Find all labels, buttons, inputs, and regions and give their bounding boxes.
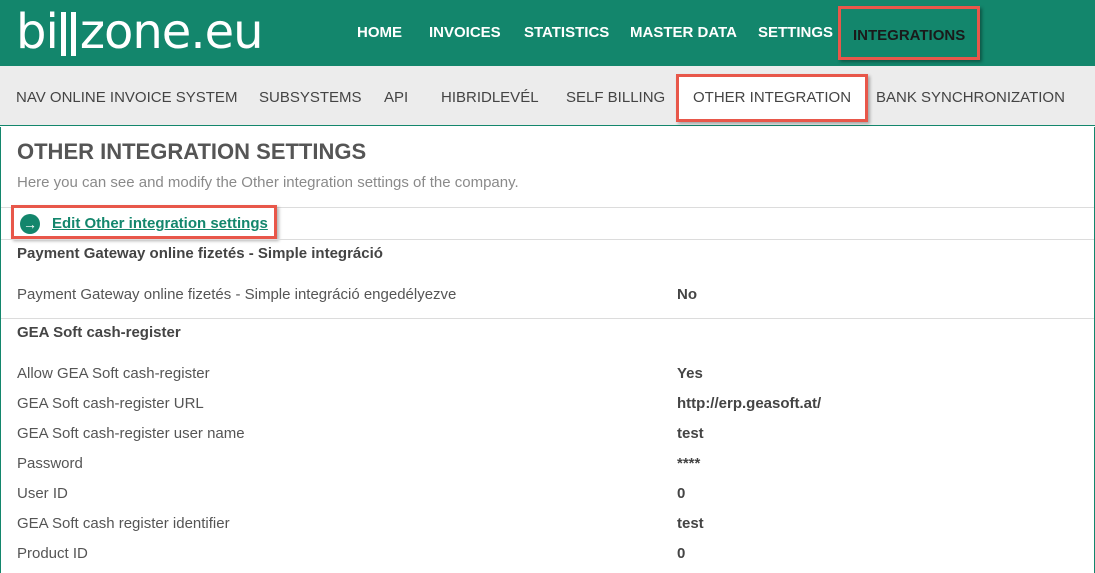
divider [1,239,1094,240]
logo-text-end: zone.eu [79,4,264,60]
main-content: OTHER INTEGRATION SETTINGS Here you can … [0,127,1095,573]
setting-value: No [677,286,697,303]
nav-settings[interactable]: SETTINGS [758,22,833,44]
subnav-other-integration[interactable]: OTHER INTEGRATION [676,74,869,122]
nav-home[interactable]: HOME [357,22,402,44]
subnav-bank-synchronization[interactable]: BANK SYNCHRONIZATION [876,88,1065,108]
logo-text-start: bi [16,4,59,60]
section-title-payment-gateway: Payment Gateway online fizetés - Simple … [17,245,383,262]
arrow-right-circle-icon: → [20,213,40,234]
subnav-self-billing[interactable]: SELF BILLING [566,88,665,108]
nav-master-data[interactable]: MASTER DATA [630,22,737,44]
setting-value: test [677,425,704,442]
page-description: Here you can see and modify the Other in… [17,174,519,191]
top-bar: bi zone.eu HOME INVOICES STATISTICS MASTE… [0,0,1095,66]
subnav-hibridlevel[interactable]: HIBRIDLEVÉL [441,88,539,108]
setting-label: User ID [17,485,68,502]
logo-bars-icon [59,12,79,56]
nav-statistics[interactable]: STATISTICS [524,22,609,44]
setting-label: Product ID [17,545,88,562]
setting-label: Password [17,455,83,472]
nav-invoices[interactable]: INVOICES [429,22,501,44]
billzone-logo[interactable]: bi zone.eu [16,2,264,62]
divider [1,318,1094,319]
setting-value: http://erp.geasoft.at/ [677,395,822,412]
setting-label: GEA Soft cash register identifier [17,515,230,532]
setting-value: test [677,515,704,532]
subnav-subsystems[interactable]: SUBSYSTEMS [259,88,362,108]
edit-settings-link[interactable]: → Edit Other integration settings [11,205,277,239]
setting-value: Yes [677,365,703,382]
setting-value: 0 [677,485,686,502]
setting-value: 0 [677,545,686,562]
page-title: OTHER INTEGRATION SETTINGS [17,139,367,164]
setting-label: GEA Soft cash-register user name [17,425,245,442]
subnav-nav-online-invoice-system[interactable]: NAV ONLINE INVOICE SYSTEM [16,88,237,108]
section-title-gea-soft: GEA Soft cash-register [17,324,181,341]
setting-label: Payment Gateway online fizetés - Simple … [17,286,457,303]
setting-value: **** [677,455,701,472]
sub-nav-bar: NAV ONLINE INVOICE SYSTEM SUBSYSTEMS API… [0,66,1095,126]
subnav-api[interactable]: API [384,88,408,108]
edit-settings-label: Edit Other integration settings [52,215,268,232]
nav-integrations[interactable]: INTEGRATIONS [838,6,981,60]
setting-label: Allow GEA Soft cash-register [17,365,210,382]
setting-label: GEA Soft cash-register URL [17,395,204,412]
